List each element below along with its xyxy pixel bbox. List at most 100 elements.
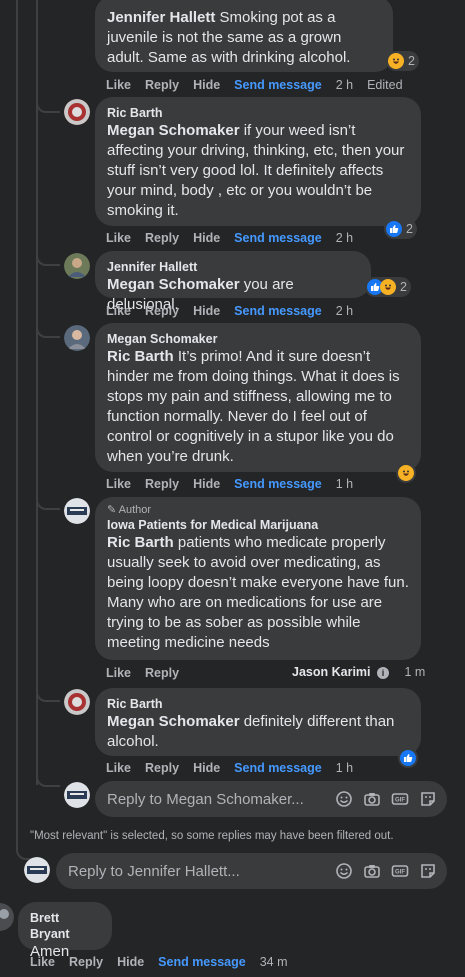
like-button[interactable]: Like xyxy=(106,78,131,92)
filter-note: "Most relevant" is selected, so some rep… xyxy=(30,830,394,842)
comment-author[interactable]: Megan Schomaker xyxy=(107,331,409,347)
hide-button[interactable]: Hide xyxy=(193,78,220,92)
reply-placeholder: Reply to Megan Schomaker... xyxy=(107,790,304,808)
reply-button[interactable]: Reply xyxy=(145,304,179,318)
comment-actions: Like Reply xyxy=(106,666,193,680)
thread-hook xyxy=(36,322,60,338)
edited-label[interactable]: Edited xyxy=(367,78,402,92)
comment-text: It’s primo! And it sure doesn’t hinder m… xyxy=(107,348,400,465)
svg-text:GIF: GIF xyxy=(395,798,405,804)
like-button[interactable]: Like xyxy=(106,666,131,680)
camera-icon[interactable] xyxy=(363,862,381,880)
avatar xyxy=(64,782,90,808)
avatar[interactable] xyxy=(64,253,90,279)
comment-bubble: Ric Barth Megan Schomaker definitely dif… xyxy=(95,688,421,756)
comment-author[interactable]: Ric Barth xyxy=(107,696,409,712)
like-button[interactable]: Like xyxy=(30,955,55,969)
reaction-badge[interactable]: 2 xyxy=(386,51,419,71)
reaction-badge[interactable] xyxy=(398,748,418,768)
comment-author[interactable]: Brett Bryant xyxy=(30,910,100,942)
thread-hook xyxy=(36,494,60,510)
comment-author[interactable]: Jennifer Hallett xyxy=(107,259,359,275)
comment-text: patients who medicate properly usually s… xyxy=(107,534,409,651)
haha-icon xyxy=(388,53,404,69)
reply-button[interactable]: Reply xyxy=(145,666,179,680)
gif-icon[interactable]: GIF xyxy=(391,790,409,808)
mention[interactable]: Megan Schomaker xyxy=(107,276,240,293)
reply-button[interactable]: Reply xyxy=(145,78,179,92)
sticker-icon[interactable] xyxy=(419,790,437,808)
camera-icon[interactable] xyxy=(363,790,381,808)
comment-bubble: Brett Bryant Amen xyxy=(18,902,112,960)
mention[interactable]: Ric Barth xyxy=(107,348,174,365)
avatar[interactable] xyxy=(64,99,90,125)
gif-icon[interactable]: GIF xyxy=(391,862,409,880)
comment-actions: Like Reply Hide Send message 2 h Edited xyxy=(106,78,417,92)
timestamp[interactable]: 2 h xyxy=(336,78,353,92)
reaction-badge[interactable] xyxy=(396,463,416,483)
comment-author[interactable]: Iowa Patients for Medical Marijuana xyxy=(107,517,409,533)
mention[interactable]: Megan Schomaker xyxy=(107,713,240,730)
send-message-button[interactable]: Send message xyxy=(234,304,322,318)
emoji-icon[interactable] xyxy=(335,790,353,808)
comment-actions: Like Reply Hide Send message 2 h xyxy=(106,304,367,318)
hide-button[interactable]: Hide xyxy=(193,231,220,245)
mention[interactable]: Jennifer Hallett xyxy=(107,9,215,26)
send-message-button[interactable]: Send message xyxy=(158,955,246,969)
hide-button[interactable]: Hide xyxy=(193,304,220,318)
reaction-count: 2 xyxy=(408,54,415,68)
like-button[interactable]: Like xyxy=(106,477,131,491)
thread-line-top xyxy=(16,0,18,850)
reply-author[interactable]: Jason Karimi xyxy=(292,665,371,679)
timestamp[interactable]: 2 h xyxy=(336,231,353,245)
timestamp[interactable]: 1 h xyxy=(336,761,353,775)
comment-actions: Like Reply Hide Send message 1 h xyxy=(106,477,367,491)
reaction-badge[interactable]: 2 xyxy=(384,219,417,239)
like-button[interactable]: Like xyxy=(106,761,131,775)
avatar[interactable] xyxy=(64,498,90,524)
avatar[interactable] xyxy=(0,903,14,931)
comment-author[interactable]: Ric Barth xyxy=(107,105,409,121)
send-message-button[interactable]: Send message xyxy=(234,231,322,245)
sticker-icon[interactable] xyxy=(419,862,437,880)
timestamp[interactable]: 2 h xyxy=(336,304,353,318)
reply-button[interactable]: Reply xyxy=(145,761,179,775)
avatar[interactable] xyxy=(64,325,90,351)
reply-author-row[interactable]: Jason Karimi i 1 m xyxy=(292,665,425,679)
avatar[interactable] xyxy=(64,689,90,715)
hide-button[interactable]: Hide xyxy=(193,761,220,775)
send-message-button[interactable]: Send message xyxy=(234,761,322,775)
reply-placeholder: Reply to Jennifer Hallett... xyxy=(68,862,240,880)
info-icon[interactable]: i xyxy=(377,667,389,679)
mention[interactable]: Ric Barth xyxy=(107,534,174,551)
timestamp[interactable]: 34 m xyxy=(260,955,288,969)
thread-line-outer xyxy=(36,0,38,785)
comment-bubble: ✎ Author Iowa Patients for Medical Marij… xyxy=(95,497,421,660)
emoji-icon[interactable] xyxy=(335,862,353,880)
comment-bubble: Jennifer Hallett Smoking pot as a juveni… xyxy=(95,0,393,72)
like-button[interactable]: Like xyxy=(106,304,131,318)
reply-input-jennifer[interactable]: Reply to Jennifer Hallett... GIF xyxy=(56,853,447,889)
hide-button[interactable]: Hide xyxy=(117,955,144,969)
reaction-badge[interactable]: 2 xyxy=(365,277,411,297)
like-reaction-icon xyxy=(400,750,416,766)
like-reaction-icon xyxy=(386,221,402,237)
reaction-count: 2 xyxy=(400,280,407,294)
timestamp[interactable]: 1 h xyxy=(336,477,353,491)
timestamp[interactable]: 1 m xyxy=(404,665,425,679)
mention[interactable]: Megan Schomaker xyxy=(107,122,240,139)
reply-button[interactable]: Reply xyxy=(69,955,103,969)
haha-icon xyxy=(380,279,396,295)
avatar xyxy=(24,857,50,883)
reply-input-megan[interactable]: Reply to Megan Schomaker... GIF xyxy=(95,781,447,817)
send-message-button[interactable]: Send message xyxy=(234,78,322,92)
like-button[interactable]: Like xyxy=(106,231,131,245)
thread-hook xyxy=(36,686,60,702)
hide-button[interactable]: Hide xyxy=(193,477,220,491)
pencil-icon: ✎ xyxy=(107,504,117,516)
reply-button[interactable]: Reply xyxy=(145,231,179,245)
reaction-count: 2 xyxy=(406,222,413,236)
svg-text:GIF: GIF xyxy=(395,870,405,876)
send-message-button[interactable]: Send message xyxy=(234,477,322,491)
reply-button[interactable]: Reply xyxy=(145,477,179,491)
